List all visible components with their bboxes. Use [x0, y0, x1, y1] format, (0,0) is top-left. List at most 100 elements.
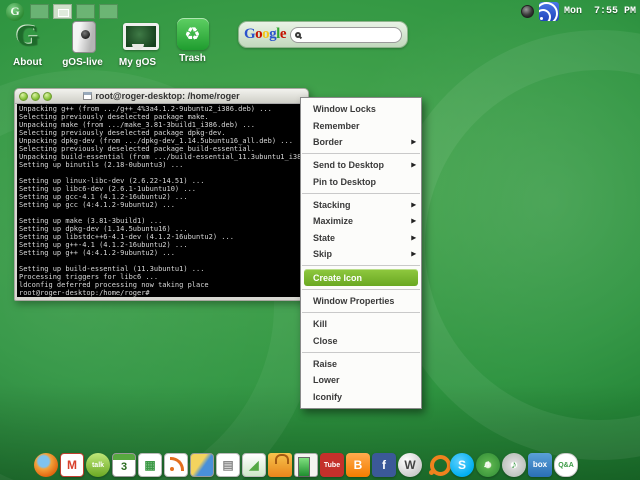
- music-player-icon[interactable]: ♬: [476, 453, 500, 477]
- submenu-arrow-icon: ▶: [411, 202, 416, 209]
- submenu-arrow-icon: ▶: [411, 162, 416, 169]
- submenu-arrow-icon: ▶: [411, 251, 416, 258]
- search-icon: [295, 31, 302, 38]
- volume-icon[interactable]: [520, 5, 534, 18]
- terminal-line: Selecting previously deselected package …: [19, 113, 209, 121]
- menu-item-create-icon[interactable]: Create Icon ▶: [304, 269, 418, 286]
- terminal-line: Setting up gcc-4.1 (4.1.2-16ubuntu2) ...: [19, 193, 188, 201]
- menu-item-state[interactable]: State ▶: [301, 230, 421, 246]
- menu-item: ▶: [302, 288, 420, 290]
- wifi-icon[interactable]: [538, 2, 559, 21]
- google-shopping-icon[interactable]: [268, 453, 292, 477]
- search-input[interactable]: [304, 28, 397, 41]
- workspace-2[interactable]: [53, 4, 72, 19]
- menu-item-send-to-desktop[interactable]: Send to Desktop ▶: [301, 157, 421, 173]
- menu-item-maximize[interactable]: Maximize ▶: [301, 213, 421, 229]
- desktop-icon-gos-live[interactable]: gOS-live: [55, 18, 110, 68]
- google-reader-icon[interactable]: [164, 453, 188, 477]
- gmail-icon[interactable]: M: [60, 453, 84, 477]
- terminal-titlebar[interactable]: root@roger-desktop: /home/roger: [15, 89, 308, 104]
- desktop-icon-image: ♻: [176, 18, 209, 50]
- terminal-line: ldconfig deferred processing now taking …: [19, 281, 209, 289]
- google-search-widget: Google: [238, 21, 408, 48]
- google-news-icon[interactable]: ▤: [216, 453, 240, 477]
- menu-item-border[interactable]: Border ▶: [301, 134, 421, 150]
- workspace-1[interactable]: [30, 4, 49, 19]
- dock: M talk 3 ▦ ▤ ◢ Tube B f W S ♬ ♪ box Q&A: [34, 453, 578, 477]
- terminal-line: Setting up libc6-dev (2.6.1-1ubuntu10) .…: [19, 185, 197, 193]
- window-buttons: [19, 91, 52, 101]
- firefox-icon[interactable]: [34, 453, 58, 477]
- google-maps-icon[interactable]: [190, 453, 214, 477]
- google-docs-icon[interactable]: ▦: [138, 453, 162, 477]
- menu-item-skip[interactable]: Skip ▶: [301, 246, 421, 262]
- skype-icon[interactable]: S: [450, 453, 474, 477]
- workspace-4[interactable]: [99, 4, 118, 19]
- desktop-icon-image: [120, 18, 159, 54]
- terminal-line: Setting up make (3.81-3build1) ...: [19, 217, 163, 225]
- terminal-line: Unpacking dpkg-dev (from .../dpkg-dev_1.…: [19, 137, 293, 145]
- terminal-output[interactable]: Unpacking g++ (from .../g++_4%3a4.1.2-9u…: [17, 104, 306, 297]
- terminal-title: root@roger-desktop: /home/roger: [15, 91, 308, 101]
- window-minimize-button[interactable]: [31, 91, 40, 101]
- desktop-icon-about[interactable]: G About: [0, 18, 55, 69]
- faqly-icon[interactable]: Q&A: [554, 453, 578, 477]
- menu-item-pin-to-desktop[interactable]: Pin to Desktop ▶: [301, 174, 421, 190]
- window-close-button[interactable]: [43, 91, 52, 101]
- submenu-arrow-icon: ▶: [411, 139, 416, 146]
- desktop-icon-image: [65, 18, 101, 54]
- google-finance-icon[interactable]: ◢: [242, 453, 266, 477]
- submenu-arrow-icon: ▶: [411, 218, 416, 225]
- google-logo-letter: e: [279, 26, 287, 42]
- media-player-icon[interactable]: ♪: [502, 453, 526, 477]
- terminal-window[interactable]: root@roger-desktop: /home/roger Unpackin…: [14, 88, 309, 301]
- window-context-menu: Window Locks ▶ Remember ▶ Border ▶ ▶ Sen…: [300, 97, 422, 409]
- terminal-line: Unpacking build-essential (from .../buil…: [19, 153, 306, 161]
- wifi-signal-dot: [539, 17, 543, 20]
- box-icon[interactable]: box: [528, 453, 552, 477]
- submenu-arrow-icon: ▶: [411, 235, 416, 242]
- menu-item-remember[interactable]: Remember ▶: [301, 117, 421, 133]
- search-box: [290, 26, 402, 43]
- background-swirl: [385, 30, 640, 460]
- google-calendar-icon[interactable]: 3: [112, 453, 136, 477]
- meebo-icon[interactable]: [424, 453, 451, 477]
- terminal-line: Setting up gcc (4:4.1.2-9ubuntu2) ...: [19, 201, 175, 209]
- menu-item-kill[interactable]: Kill ▶: [301, 316, 421, 332]
- menu-item-window-properties[interactable]: Window Properties ▶: [301, 293, 421, 309]
- desktop-icon-my-gos[interactable]: My gOS: [110, 18, 165, 68]
- menu-item: ▶: [302, 265, 420, 267]
- youtube-icon[interactable]: Tube: [320, 453, 344, 477]
- window-menu-button[interactable]: [19, 91, 28, 101]
- google-talk-icon[interactable]: talk: [86, 453, 110, 477]
- menu-item-lower[interactable]: Lower ▶: [301, 372, 421, 388]
- menu-item: ▶: [302, 312, 420, 314]
- desktop-icons: G About gOS-live My gOS ♻ Trash: [0, 18, 220, 68]
- desktop-background: G Mon 7:55 PM G About gOS-live My gOS ♻ …: [0, 0, 640, 480]
- menu-item-close[interactable]: Close ▶: [301, 333, 421, 349]
- blogger-icon[interactable]: B: [346, 453, 370, 477]
- desktop-icon-label: gOS-live: [62, 57, 103, 68]
- menu-item-iconify[interactable]: Iconify ▶: [301, 389, 421, 405]
- system-tray: Mon 7:55 PM: [520, 2, 638, 21]
- menu-item: ▶: [302, 192, 420, 194]
- desktop-icon-label: About: [13, 57, 42, 68]
- clock[interactable]: Mon 7:55 PM: [564, 6, 638, 17]
- terminal-line: Setting up g++ (4:4.1.2-9ubuntu2) ...: [19, 249, 175, 257]
- workspace-3[interactable]: [76, 4, 95, 19]
- menu-item-stacking[interactable]: Stacking ▶: [301, 197, 421, 213]
- menu-item-window-locks[interactable]: Window Locks ▶: [301, 101, 421, 117]
- wikipedia-icon[interactable]: W: [398, 453, 422, 477]
- desktop-icon-image: G: [15, 19, 40, 52]
- terminal-line: root@roger-desktop:/home/roger#: [19, 289, 154, 297]
- menu-item: ▶: [302, 153, 420, 155]
- desktop-icon-trash[interactable]: ♻ Trash: [165, 18, 220, 68]
- google-logo-letter: G: [244, 26, 256, 42]
- jukebox-icon[interactable]: [294, 453, 318, 477]
- google-logo: Google: [244, 26, 287, 43]
- facebook-icon[interactable]: f: [372, 453, 396, 477]
- menu-item-raise[interactable]: Raise ▶: [301, 356, 421, 372]
- menu-item: ▶: [302, 351, 420, 353]
